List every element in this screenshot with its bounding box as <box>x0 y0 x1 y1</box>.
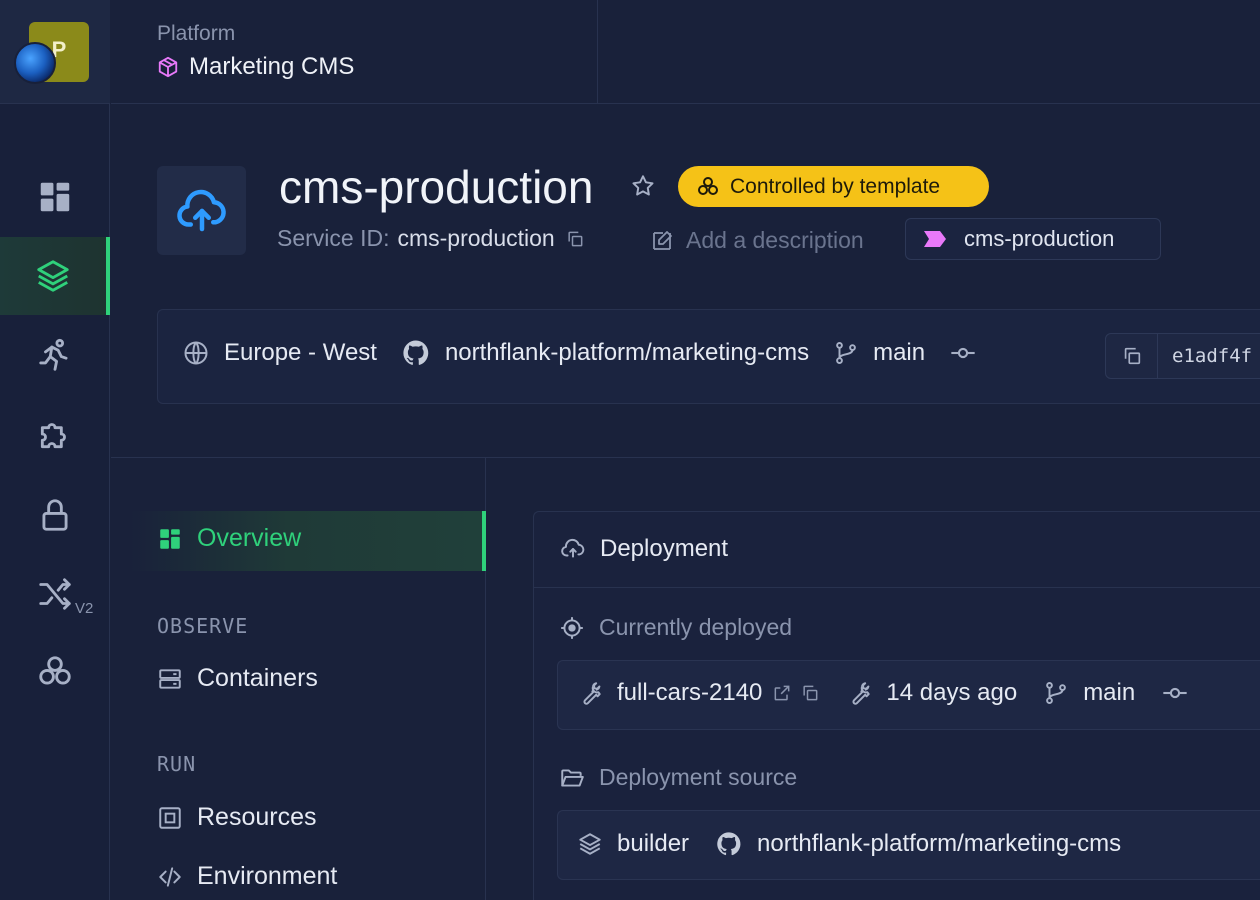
build-age: 14 days ago <box>886 679 1018 706</box>
nav-rail: P V2 <box>0 0 110 900</box>
target-icon <box>561 616 583 639</box>
copy-build-icon[interactable] <box>800 683 820 703</box>
subnav-item-environment[interactable]: Environment <box>157 862 337 891</box>
subnav-heading-run: RUN <box>157 752 197 776</box>
branch-label[interactable]: main <box>873 339 925 367</box>
add-description-label: Add a description <box>686 227 864 253</box>
region-label: Europe - West <box>224 339 377 366</box>
tag-label: cms-production <box>964 226 1115 251</box>
source-type: builder <box>617 830 690 857</box>
commit-hash-box[interactable]: e1adf4f <box>1105 333 1260 379</box>
subnav-item-overview[interactable]: Overview <box>157 524 301 553</box>
layers-icon <box>577 831 603 857</box>
edit-icon <box>653 230 672 250</box>
dashboard-icon <box>40 182 70 212</box>
external-link-icon[interactable] <box>772 683 792 703</box>
cloud-upload-icon <box>176 189 226 231</box>
deployment-title-label: Deployment <box>600 535 729 562</box>
favorite-star-icon[interactable] <box>630 173 656 204</box>
commit-hash: e1adf4f <box>1172 345 1253 367</box>
wrench-icon <box>846 680 872 706</box>
rail-templates-icon[interactable] <box>0 633 110 711</box>
github-icon <box>401 338 431 368</box>
rail-dashboard-icon[interactable] <box>0 158 110 236</box>
add-description-button[interactable]: Add a description <box>650 227 864 254</box>
service-id-label: Service ID: <box>277 225 390 251</box>
tag-icon <box>924 231 946 247</box>
template-badge-label: Controlled by template <box>730 174 941 198</box>
info-row: Europe - West northflank-platform/market… <box>182 338 991 368</box>
rail-addons-icon[interactable] <box>0 395 110 473</box>
code-icon <box>159 866 181 887</box>
v2-label: V2 <box>75 600 94 617</box>
user-avatar[interactable] <box>14 42 56 84</box>
service-title: cms-production <box>279 161 594 213</box>
resources-icon <box>159 806 181 829</box>
copy-commit-icon[interactable] <box>1106 334 1158 378</box>
subnav-containers-label: Containers <box>197 664 318 692</box>
template-icon <box>698 176 718 195</box>
service-id-row: Service ID: cms-production <box>277 225 585 252</box>
build-branch: main <box>1083 679 1136 706</box>
subnav-item-containers[interactable]: Containers <box>157 664 318 693</box>
lock-icon <box>42 499 68 531</box>
deployment-source-content: builder northflank-platform/marketing-cm… <box>577 830 1121 858</box>
shuffle-icon <box>39 578 71 610</box>
dashboard-icon <box>160 528 180 549</box>
folder-open-icon <box>561 768 584 787</box>
cloud-upload-icon <box>561 538 585 558</box>
rail-jobs-icon[interactable] <box>0 316 110 394</box>
deployment-source-text: Deployment source <box>599 764 798 790</box>
project-box-icon <box>158 56 178 78</box>
current-build-content: full-cars-2140 14 days ago main <box>577 679 1203 707</box>
rail-pipelines-icon[interactable] <box>0 555 110 633</box>
repo-link[interactable]: northflank-platform/marketing-cms <box>445 339 809 367</box>
server-icon <box>159 668 181 689</box>
subnav-environment-label: Environment <box>197 862 338 890</box>
service-id-value: cms-production <box>397 225 555 251</box>
subnav-overview-label: Overview <box>197 524 302 552</box>
commit-icon <box>1161 679 1189 707</box>
github-icon <box>715 830 743 858</box>
layers-icon <box>37 260 69 292</box>
breadcrumb-parent[interactable]: Platform <box>157 22 235 46</box>
branch-icon <box>1043 680 1069 706</box>
build-name-link[interactable]: full-cars-2140 <box>617 679 762 707</box>
deployment-title: Deployment <box>560 535 728 563</box>
deployment-source-label: Deployment source <box>559 764 797 791</box>
team-switcher[interactable]: P <box>0 0 110 104</box>
subnav-resources-label: Resources <box>197 803 317 831</box>
header-divider <box>597 0 598 104</box>
subnav-heading-observe: OBSERVE <box>157 614 249 638</box>
running-icon <box>39 338 68 371</box>
source-repo-link[interactable]: northflank-platform/marketing-cms <box>757 830 1121 858</box>
rail-secrets-icon[interactable] <box>0 476 110 554</box>
breadcrumb-project[interactable]: Marketing CMS <box>157 53 354 81</box>
wrench-icon <box>577 680 603 706</box>
branch-icon <box>833 340 859 366</box>
currently-deployed-label: Currently deployed <box>559 614 792 641</box>
puzzle-icon <box>40 423 66 449</box>
service-type-icon <box>157 166 246 255</box>
template-badge[interactable]: Controlled by template <box>678 166 989 207</box>
project-name: Marketing CMS <box>189 53 355 80</box>
rail-services-icon[interactable] <box>0 237 110 315</box>
currently-deployed-text: Currently deployed <box>599 614 793 640</box>
template-icon <box>39 656 71 685</box>
commit-icon <box>949 339 977 367</box>
globe-icon <box>182 339 210 367</box>
subnav-item-resources[interactable]: Resources <box>157 803 317 832</box>
service-tag[interactable]: cms-production <box>905 218 1161 260</box>
top-header <box>111 0 1260 104</box>
copy-id-icon[interactable] <box>565 229 585 249</box>
